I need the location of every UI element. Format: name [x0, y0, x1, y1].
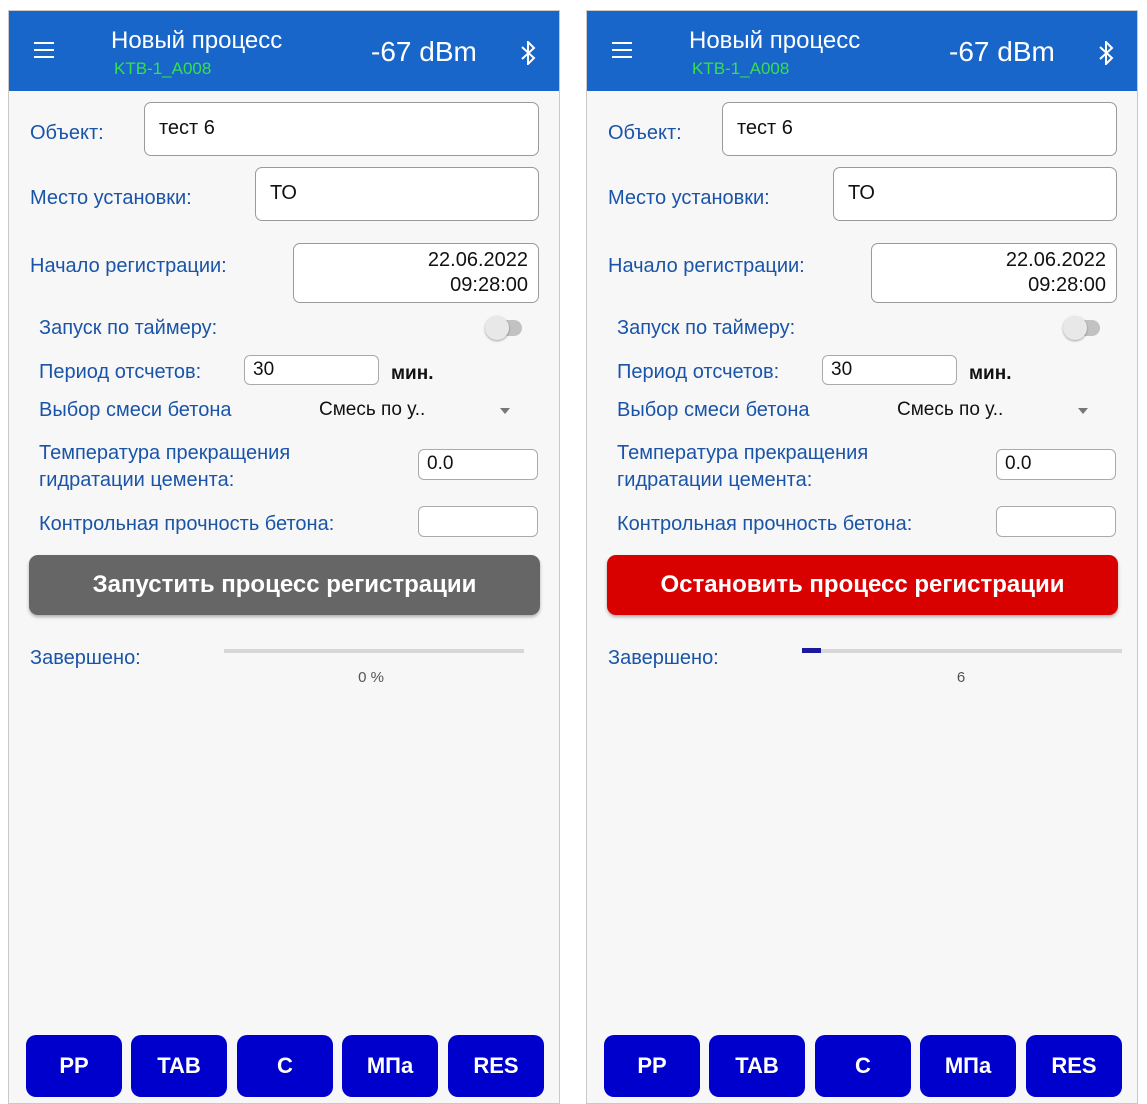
- concrete-mix-value: Смесь по у..: [897, 399, 1004, 420]
- c-button[interactable]: C: [237, 1035, 333, 1097]
- start-time: 09:28:00: [1028, 274, 1106, 296]
- concrete-mix-label: Выбор смеси бетона: [39, 399, 232, 421]
- start-datetime-input[interactable]: 22.06.2022 09:28:00: [871, 243, 1117, 303]
- signal-strength: -67 dBm: [371, 36, 477, 67]
- start-registration-label: Начало регистрации:: [608, 255, 805, 277]
- start-registration-button[interactable]: Запустить процесс регистрации: [29, 555, 540, 615]
- app-title: Новый процесс: [111, 27, 283, 54]
- hydration-temp-label-line1: Температура прекращения: [617, 442, 869, 464]
- location-label: Место установки:: [608, 187, 770, 209]
- hydration-temp-input[interactable]: 0.0: [996, 449, 1116, 480]
- progress-label: Завершено:: [608, 647, 719, 669]
- location-input[interactable]: ТО: [255, 167, 539, 221]
- pp-button[interactable]: PP: [26, 1035, 122, 1097]
- phone-screen-left: Новый процесс KTB-1_A008 -67 dBm Объект:…: [8, 10, 560, 1104]
- hamburger-menu-icon[interactable]: [34, 42, 54, 58]
- dropdown-arrow-icon: [500, 408, 510, 414]
- app-bar: Новый процесс KTB-1_A008 -67 dBm: [9, 11, 559, 91]
- location-label: Место установки:: [30, 187, 192, 209]
- stop-registration-button[interactable]: Остановить процесс регистрации: [607, 555, 1118, 615]
- control-strength-input[interactable]: [418, 506, 538, 537]
- concrete-mix-label: Выбор смеси бетона: [617, 399, 810, 421]
- object-value: тест 6: [159, 117, 215, 139]
- hydration-temp-label-line2: гидратации цемента:: [39, 469, 235, 491]
- period-input[interactable]: 30: [244, 355, 379, 385]
- period-input[interactable]: 30: [822, 355, 957, 385]
- control-strength-label: Контрольная прочность бетона:: [39, 513, 335, 535]
- control-strength-input[interactable]: [996, 506, 1116, 537]
- mpa-button[interactable]: МПа: [920, 1035, 1016, 1097]
- tab-button[interactable]: TAB: [709, 1035, 805, 1097]
- progress-text: 6: [956, 669, 966, 686]
- control-strength-label: Контрольная прочность бетона:: [617, 513, 913, 535]
- hamburger-menu-icon[interactable]: [612, 42, 632, 58]
- period-unit: мин.: [969, 363, 1012, 384]
- location-input[interactable]: ТО: [833, 167, 1117, 221]
- res-button[interactable]: RES: [1026, 1035, 1122, 1097]
- tab-button[interactable]: TAB: [131, 1035, 227, 1097]
- c-button[interactable]: C: [815, 1035, 911, 1097]
- app-title: Новый процесс: [689, 27, 861, 54]
- progress-bar-fill: [802, 648, 822, 653]
- start-date: 22.06.2022: [1005, 249, 1106, 271]
- res-button[interactable]: RES: [448, 1035, 544, 1097]
- start-time: 09:28:00: [450, 274, 528, 296]
- bluetooth-icon[interactable]: [520, 41, 536, 65]
- progress-text: 0 %: [358, 669, 384, 686]
- hydration-temp-label-line2: гидратации цемента:: [617, 469, 813, 491]
- progress-bar: [224, 649, 524, 653]
- object-label: Объект:: [30, 122, 104, 144]
- signal-strength: -67 dBm: [949, 36, 1055, 67]
- phone-screen-right: Новый процесс KTB-1_A008 -67 dBm Объект:…: [586, 10, 1138, 1104]
- location-value: ТО: [848, 182, 875, 204]
- bluetooth-icon[interactable]: [1098, 41, 1114, 65]
- period-label: Период отсчетов:: [617, 361, 780, 383]
- hydration-temp-input[interactable]: 0.0: [418, 449, 538, 480]
- start-datetime-input[interactable]: 22.06.2022 09:28:00: [293, 243, 539, 303]
- start-date: 22.06.2022: [427, 249, 528, 271]
- object-input[interactable]: тест 6: [144, 102, 539, 156]
- object-label: Объект:: [608, 122, 682, 144]
- location-value: ТО: [270, 182, 297, 204]
- mpa-button[interactable]: МПа: [342, 1035, 438, 1097]
- timer-label: Запуск по таймеру:: [617, 317, 796, 339]
- progress-bar: [802, 648, 1122, 653]
- object-value: тест 6: [737, 117, 793, 139]
- pp-button[interactable]: PP: [604, 1035, 700, 1097]
- app-bar: Новый процесс KTB-1_A008 -67 dBm: [587, 11, 1137, 91]
- start-registration-label: Начало регистрации:: [30, 255, 227, 277]
- period-label: Период отсчетов:: [39, 361, 202, 383]
- period-unit: мин.: [391, 363, 434, 384]
- hydration-temp-label-line1: Температура прекращения: [39, 442, 291, 464]
- progress-label: Завершено:: [30, 647, 141, 669]
- device-id: KTB-1_A008: [692, 59, 790, 78]
- timer-label: Запуск по таймеру:: [39, 317, 218, 339]
- concrete-mix-value: Смесь по у..: [319, 399, 426, 420]
- object-input[interactable]: тест 6: [722, 102, 1117, 156]
- device-id: KTB-1_A008: [114, 59, 212, 78]
- dropdown-arrow-icon: [1078, 408, 1088, 414]
